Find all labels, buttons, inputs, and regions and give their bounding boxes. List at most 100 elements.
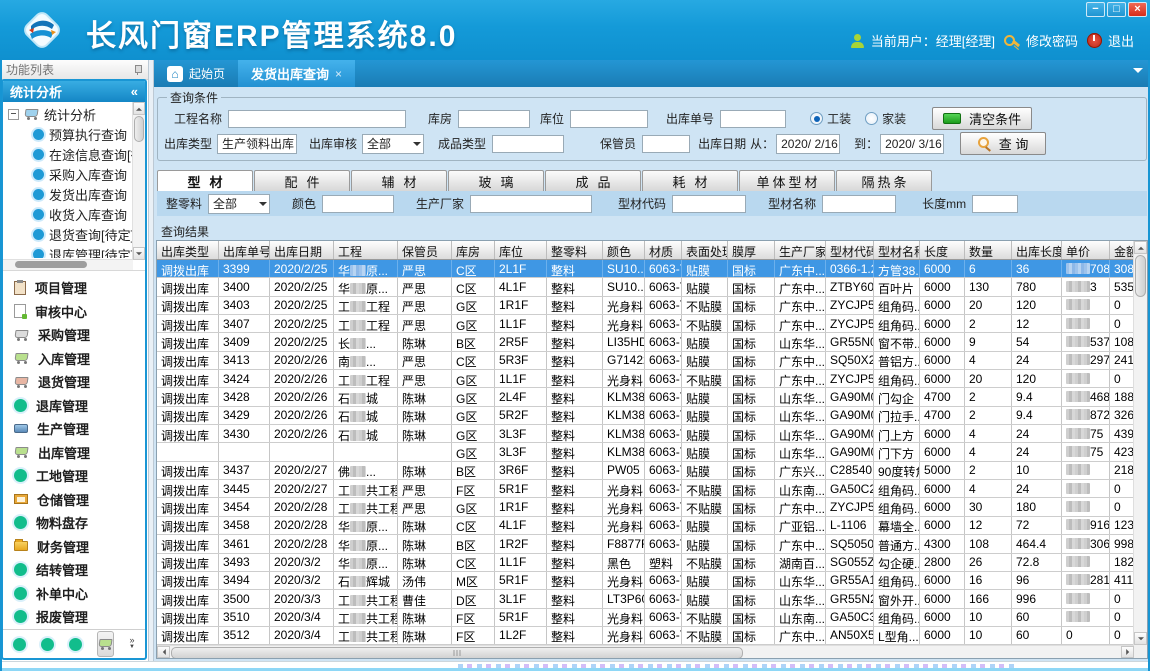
sidebar-item-3[interactable]: 入库管理 — [3, 347, 145, 371]
table-row[interactable]: 调拨出库34002020/2/25华原...严思C区4L1F整料SU10...6… — [157, 278, 1134, 296]
logout-button[interactable]: 退出 — [1087, 31, 1134, 50]
tree-expander-icon[interactable] — [8, 109, 19, 120]
material-tab-3[interactable]: 玻璃 — [448, 170, 544, 191]
change-password-button[interactable]: 修改密码 — [1004, 31, 1078, 50]
date-from-select[interactable]: 2020/ 2/16 — [776, 134, 840, 154]
material-tab-2[interactable]: 辅材 — [351, 170, 447, 191]
grid-horizontal-scrollbar[interactable] — [157, 645, 1134, 658]
table-row[interactable]: G区3L3F整料KLM38176063-T5贴膜国标山东华...GA90M09.… — [157, 443, 1134, 461]
sidebar-item-1[interactable]: 审核中心 — [3, 300, 145, 324]
tree-item-4[interactable]: 收货入库查询 — [3, 204, 133, 224]
outbound-audit-select[interactable]: 全部 — [362, 134, 424, 154]
grid-hscroll-thumb[interactable] — [171, 647, 743, 659]
table-row[interactable]: 调拨出库34582020/2/28华原...陈琳C区4L1F整料光身料6063-… — [157, 517, 1134, 535]
column-header-2[interactable]: 出库日期 — [270, 241, 334, 259]
material-tab-6[interactable]: 单体型材 — [739, 170, 835, 191]
table-row[interactable]: 调拨出库34072020/2/25工工程严思G区1L1F整料光身料6063-T5… — [157, 315, 1134, 333]
column-header-5[interactable]: 库房 — [452, 241, 495, 259]
column-header-8[interactable]: 颜色 — [603, 241, 645, 259]
search-button[interactable]: 查 询 — [960, 132, 1046, 155]
tab-home[interactable]: ⌂ 起始页 — [154, 60, 238, 87]
toolbar-cart-button[interactable] — [97, 631, 114, 657]
sidebar-item-6[interactable]: 生产管理 — [3, 417, 145, 441]
column-header-3[interactable]: 工程 — [334, 241, 398, 259]
table-row[interactable]: 调拨出库34292020/2/26石城陈琳G区5R2F整料KLM38176063… — [157, 407, 1134, 425]
tree-item-6[interactable]: 退库管理[待定] — [3, 244, 133, 258]
tree-horizontal-scrollbar[interactable] — [3, 259, 133, 270]
group-header[interactable]: 统计分析 « — [3, 81, 145, 102]
tree-hscroll-thumb[interactable] — [15, 261, 87, 268]
column-header-16[interactable]: 数量 — [965, 241, 1012, 259]
table-row[interactable]: 调拨出库34372020/2/27佛...陈琳B区3R6F整料PW056063-… — [157, 462, 1134, 480]
collapse-icon[interactable]: « — [131, 84, 138, 99]
tree-item-1[interactable]: 在途信息查询[待 — [3, 144, 133, 164]
toolbar-dot-button-1[interactable] — [13, 638, 26, 651]
tree-root-item[interactable]: 统计分析 — [3, 104, 133, 124]
toolbar-dot-button-3[interactable] — [69, 638, 82, 651]
table-row[interactable]: 调拨出库34542020/2/28工共工程严思G区1R1F整料光身料6063-T… — [157, 498, 1134, 516]
pin-icon[interactable] — [134, 65, 142, 75]
sidebar-item-10[interactable]: 物料盘存 — [3, 511, 145, 535]
keeper-input[interactable] — [642, 135, 690, 153]
sidebar-item-0[interactable]: 项目管理 — [3, 276, 145, 300]
column-header-7[interactable]: 整零料 — [547, 241, 603, 259]
maximize-button[interactable]: □ — [1107, 2, 1126, 17]
table-row[interactable]: 调拨出库34092020/2/25长...陈琳B区2R5F整料LI35HD606… — [157, 333, 1134, 351]
table-row[interactable]: 调拨出库34242020/2/26工工程严思G区1L1F整料光身料6063-T5… — [157, 370, 1134, 388]
column-header-13[interactable]: 型材代码 — [826, 241, 874, 259]
column-header-0[interactable]: 出库类型 — [157, 241, 219, 259]
table-row[interactable]: 调拨出库34932020/3/2华原...陈琳C区1L1F整料黑色塑料不贴膜国标… — [157, 554, 1134, 572]
grid-vscroll-thumb[interactable] — [1135, 255, 1146, 297]
tab-close-icon[interactable]: × — [335, 67, 342, 81]
sidebar-item-4[interactable]: 退货管理 — [3, 370, 145, 394]
table-row[interactable]: 调拨出库34302020/2/26石城陈琳G区3L3F整料KLM38176063… — [157, 425, 1134, 443]
column-header-10[interactable]: 表面处理 — [682, 241, 728, 259]
table-row[interactable]: 调拨出库35122020/3/4工共工程陈琳F区1L2F整料光身料6063-T5… — [157, 627, 1134, 645]
sidebar-item-13[interactable]: 补单中心 — [3, 582, 145, 606]
tab-shipping-outbound-query[interactable]: 发货出库查询 × — [238, 60, 355, 87]
grid-scroll-left-icon[interactable] — [157, 646, 170, 658]
sidebar-item-8[interactable]: 工地管理 — [3, 464, 145, 488]
table-row[interactable]: 调拨出库34282020/2/26石城陈琳G区2L4F整料KLM38176063… — [157, 388, 1134, 406]
grid-vertical-scrollbar[interactable] — [1133, 241, 1147, 645]
table-row[interactable]: 调拨出库35002020/3/3工共工程曹佳D区3L1F整料LT3P606063… — [157, 590, 1134, 608]
sidebar-item-7[interactable]: 出库管理 — [3, 441, 145, 465]
tree-item-0[interactable]: 预算执行查询 — [3, 124, 133, 144]
length-input[interactable] — [972, 195, 1018, 213]
clear-conditions-button[interactable]: 清空条件 — [932, 107, 1032, 130]
sidebar-item-11[interactable]: 财务管理 — [3, 535, 145, 559]
tree-scroll-down-icon[interactable] — [133, 247, 145, 260]
minimize-button[interactable]: − — [1086, 2, 1105, 17]
part-type-select[interactable]: 全部 — [208, 194, 270, 214]
column-header-4[interactable]: 保管员 — [398, 241, 452, 259]
table-row[interactable]: 调拨出库35102020/3/4工共工程陈琳F区5R1F整料光身料6063-T5… — [157, 609, 1134, 627]
column-header-17[interactable]: 出库长度 — [1012, 241, 1062, 259]
column-header-6[interactable]: 库位 — [495, 241, 547, 259]
project-name-input[interactable] — [228, 110, 406, 128]
outbound-no-input[interactable] — [720, 110, 786, 128]
table-row[interactable]: 调拨出库34612020/2/28华原...陈琳B区1R2F整料F8877FT6… — [157, 535, 1134, 553]
column-header-15[interactable]: 长度 — [920, 241, 965, 259]
color-input[interactable] — [322, 195, 394, 213]
material-tab-4[interactable]: 成品 — [545, 170, 641, 191]
table-row[interactable]: 调拨出库34132020/2/26南...严思C区5R3F整料G71422606… — [157, 352, 1134, 370]
sidebar-item-9[interactable]: 仓储管理 — [3, 488, 145, 512]
toolbar-dot-button-2[interactable] — [41, 638, 54, 651]
column-header-9[interactable]: 材质 — [645, 241, 682, 259]
material-tab-0[interactable]: 型材 — [157, 170, 253, 191]
profile-code-input[interactable] — [672, 195, 746, 213]
tree-item-2[interactable]: 采购入库查询 — [3, 164, 133, 184]
toolbar-overflow-button[interactable]: » ▼ — [129, 637, 135, 651]
column-header-12[interactable]: 生产厂家 — [775, 241, 826, 259]
close-button[interactable]: × — [1128, 2, 1147, 17]
table-row[interactable]: 调拨出库34942020/3/2石辉城汤伟M区5R1F整料光身料6063-T5贴… — [157, 572, 1134, 590]
tree-vertical-scrollbar[interactable] — [132, 102, 145, 260]
table-row[interactable]: 调拨出库34032020/2/25工工程严思G区1R1F整料光身料6063-T5… — [157, 297, 1134, 315]
grid-scroll-down-icon[interactable] — [1134, 632, 1147, 645]
sidebar-item-14[interactable]: 报废管理 — [3, 605, 145, 629]
grid-scroll-up-icon[interactable] — [1134, 241, 1147, 254]
sidebar-item-12[interactable]: 结转管理 — [3, 558, 145, 582]
table-row[interactable]: 调拨出库34452020/2/27工共工程严思F区5R1F整料光身料6063-T… — [157, 480, 1134, 498]
grid-scroll-right-icon[interactable] — [1121, 646, 1134, 658]
tree-scroll-thumb[interactable] — [134, 116, 144, 142]
